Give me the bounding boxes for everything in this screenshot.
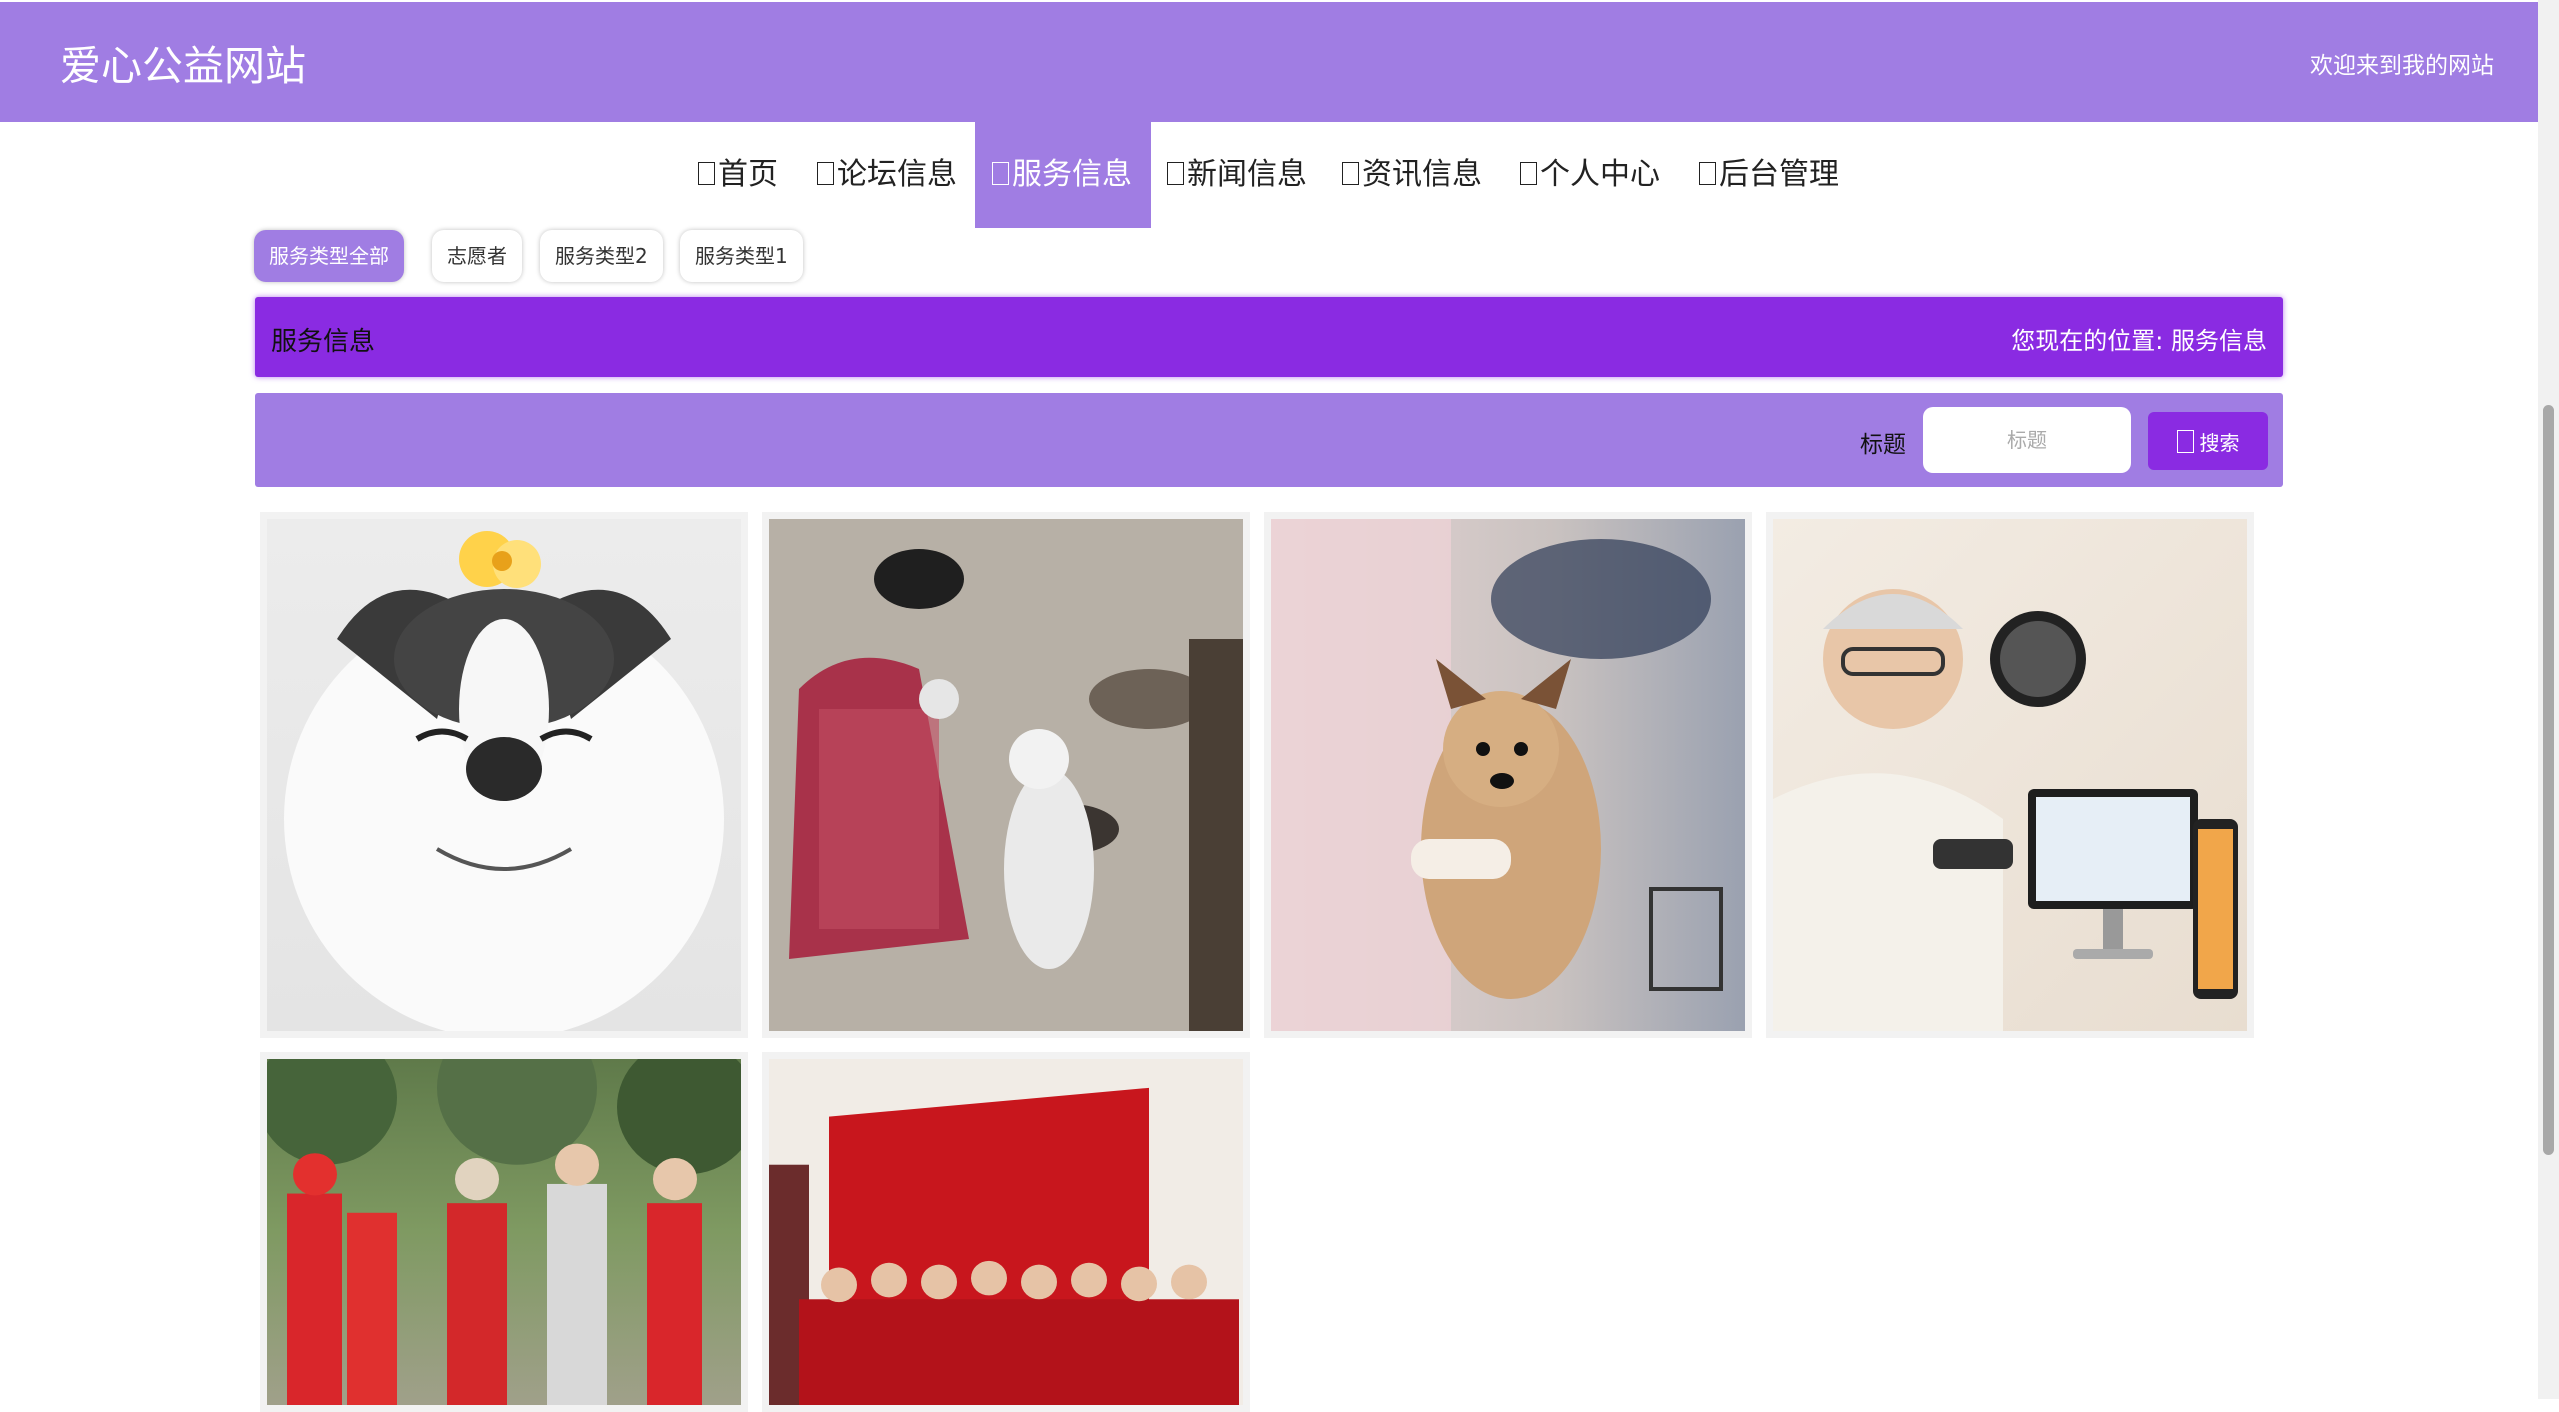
service-image-puppy [1271, 519, 1745, 1031]
service-card[interactable] [762, 512, 1250, 1038]
location-bar: 服务信息 您现在的位置: 服务信息 [255, 297, 2283, 377]
service-card[interactable] [260, 1052, 748, 1412]
search-button-label: 搜索 [2199, 430, 2240, 455]
service-card[interactable] [1264, 512, 1752, 1038]
filter-type1[interactable]: 服务类型1 [680, 230, 803, 282]
nav-home-icon [698, 162, 715, 185]
nav-item-home[interactable]: 首页 [698, 122, 778, 228]
nav-item-forum[interactable]: 论坛信息 [817, 122, 957, 228]
service-image-volunteers-park [267, 1059, 741, 1405]
vertical-scrollbar[interactable] [2538, 0, 2559, 1399]
breadcrumb-prefix: 您现在的位置: [2011, 327, 2164, 355]
nav-item-label: 后台管理 [1719, 157, 1839, 192]
nav-item-label: 论坛信息 [837, 157, 957, 192]
nav-item-label: 资讯信息 [1362, 157, 1482, 192]
filter-volunteer[interactable]: 志愿者 [432, 230, 522, 282]
service-image-group-event [769, 1059, 1243, 1405]
nav-item-news[interactable]: 新闻信息 [1167, 122, 1307, 228]
breadcrumb: 您现在的位置: 服务信息 [2011, 321, 2267, 356]
search-input[interactable] [1923, 407, 2131, 473]
section-title: 服务信息 [271, 327, 376, 357]
filter-all[interactable]: 服务类型全部 [254, 230, 404, 282]
nav-info-icon [1342, 162, 1359, 185]
breadcrumb-current: 服务信息 [2171, 327, 2267, 355]
main-nav: 首页 论坛信息 服务信息 新闻信息 资讯信息 个人中心 后台管理 [0, 122, 2538, 228]
nav-forum-icon [817, 162, 834, 185]
search-icon [2176, 429, 2194, 453]
scrollbar-thumb[interactable] [2543, 405, 2554, 1155]
nav-item-label: 新闻信息 [1187, 157, 1307, 192]
nav-item-label: 首页 [718, 157, 778, 192]
service-card[interactable] [260, 512, 748, 1038]
search-button[interactable]: 搜索 [2148, 412, 2268, 470]
nav-item-label: 服务信息 [1012, 157, 1132, 192]
nav-news-icon [1167, 162, 1184, 185]
nav-profile-icon [1520, 162, 1537, 185]
site-title: 爱心公益网站 [60, 42, 306, 90]
welcome-text: 欢迎来到我的网站 [2310, 53, 2494, 79]
nav-services-icon [992, 162, 1009, 185]
service-image-volunteer-dogs [769, 519, 1243, 1031]
filter-type2[interactable]: 服务类型2 [540, 230, 663, 282]
service-image-husky [267, 519, 741, 1031]
service-card[interactable] [762, 1052, 1250, 1412]
nav-item-info[interactable]: 资讯信息 [1342, 122, 1482, 228]
site-header: 爱心公益网站 欢迎来到我的网站 [0, 2, 2538, 122]
nav-item-admin[interactable]: 后台管理 [1699, 122, 1839, 228]
nav-admin-icon [1699, 162, 1716, 185]
search-label: 标题 [1860, 432, 1906, 458]
nav-item-services[interactable]: 服务信息 [975, 122, 1151, 228]
nav-item-profile[interactable]: 个人中心 [1520, 122, 1660, 228]
nav-item-label: 个人中心 [1540, 157, 1660, 192]
service-card[interactable] [1766, 512, 2254, 1038]
service-image-elderly-smartwatch [1773, 519, 2247, 1031]
search-bar: 标题 搜索 [255, 393, 2283, 487]
